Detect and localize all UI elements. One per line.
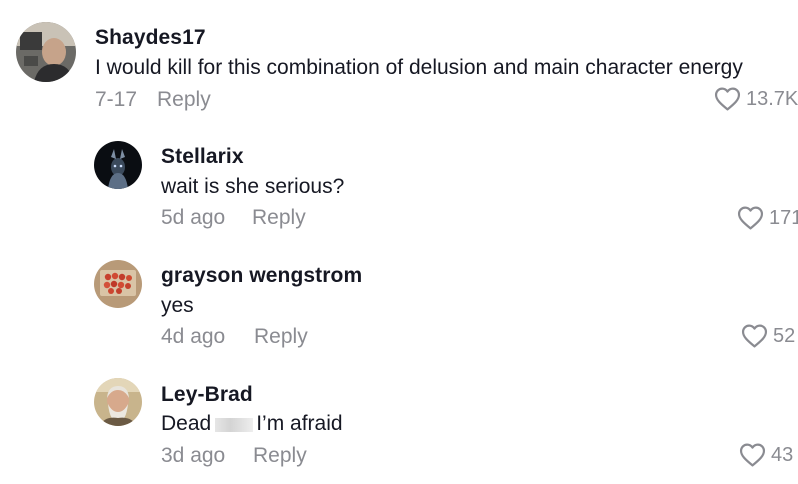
comment-date: 5d ago [161,206,226,229]
like-count: 171 [769,206,798,229]
comment-text: Dead I’m afraid [161,412,343,436]
user-avatar-icon[interactable] [94,141,142,189]
reply-item: Ley-Brad Dead I’m afraid 3d ago Reply 43 [0,370,798,480]
comment-text-start: Dead [161,412,212,435]
user-avatar-icon[interactable] [16,22,76,82]
comment-text: I would kill for this combination of del… [95,56,743,79]
like-count: 13.7K [746,87,798,110]
like-button[interactable]: 13.7K [714,85,798,113]
heart-outline-icon [741,324,768,348]
comment-text: wait is she serious? [161,175,345,198]
reply-button[interactable]: Reply [254,325,308,349]
like-count: 43 [771,443,794,466]
heart-outline-icon [739,443,766,467]
redacted-emoji [215,418,254,433]
like-count: 52 [773,324,796,347]
user-avatar-icon[interactable] [94,378,142,426]
comment-date: 4d ago [161,325,226,348]
reply-button[interactable]: Reply [157,88,211,112]
heart-outline-icon [737,206,764,230]
comment-item: Shaydes17 I would kill for this combinat… [0,0,798,120]
comment-username[interactable]: Stellarix [161,145,244,169]
reply-button[interactable]: Reply [252,206,306,230]
like-button[interactable]: 52 [741,322,795,350]
comment-username[interactable]: grayson wengstrom [161,264,362,288]
comment-username[interactable]: Shaydes17 [95,26,206,50]
heart-outline-icon [714,87,741,111]
comment-username[interactable]: Ley-Brad [161,383,253,407]
reply-button[interactable]: Reply [253,444,307,468]
like-button[interactable]: 43 [739,441,793,469]
comment-text-end: I’m afraid [256,412,343,435]
like-button[interactable]: 171 [737,204,798,232]
comment-date: 7-17 [95,88,138,111]
reply-item: Stellarix wait is she serious? 5d ago Re… [0,130,798,240]
user-avatar-icon[interactable] [94,260,142,308]
comment-text: yes [161,294,194,317]
reply-item: grayson wengstrom yes 4d ago Reply 52 [0,250,798,360]
comment-date: 3d ago [161,444,226,467]
